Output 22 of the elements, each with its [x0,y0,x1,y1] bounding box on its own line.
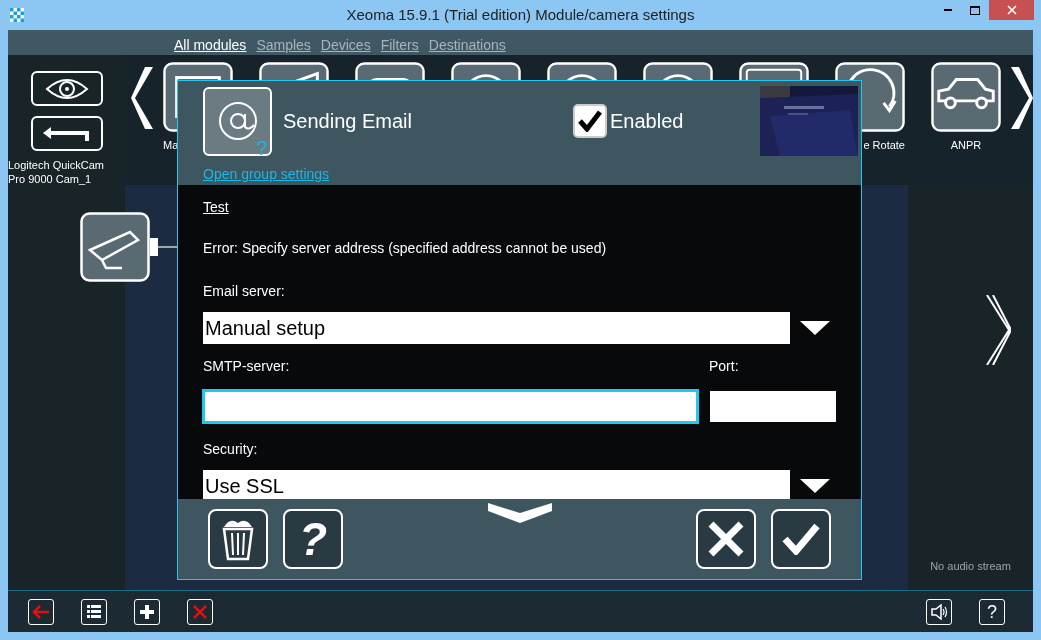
category-tab[interactable]: Filters [380,38,419,52]
audio-status: No audio stream [930,558,1011,574]
camera-name: Logitech QuickCam Pro 9000 Cam_1 [8,158,105,186]
enabled-checkbox[interactable]: Enabled [573,104,684,138]
category-tab[interactable]: All modules [174,38,247,52]
dialog-title: Sending Email [283,109,413,134]
help-button[interactable]: ? [979,598,1005,625]
module-label: e Rotate [863,138,905,153]
category-tab[interactable]: Devices [320,38,371,52]
category-tab[interactable]: Destinations [428,38,506,52]
window-title: Xeoma 15.9.1 (Trial edition) Module/camera settings [345,4,696,25]
field-label: Security: [203,440,259,459]
dropdown[interactable]: Use SSL [203,470,790,499]
field-label: Email server: [203,282,286,301]
category-tab[interactable]: Samples [256,38,311,52]
module-help-button[interactable]: ? [283,509,343,569]
error-message: Error: Specify server address (specified address cannot be used) [203,239,608,258]
field-label: Port: [709,357,739,376]
dropdown[interactable]: Manual setup [203,312,790,344]
field-label: SMTP-server: [203,357,291,376]
module-label: ANPR [950,138,982,153]
test-link[interactable]: Test [203,197,229,218]
